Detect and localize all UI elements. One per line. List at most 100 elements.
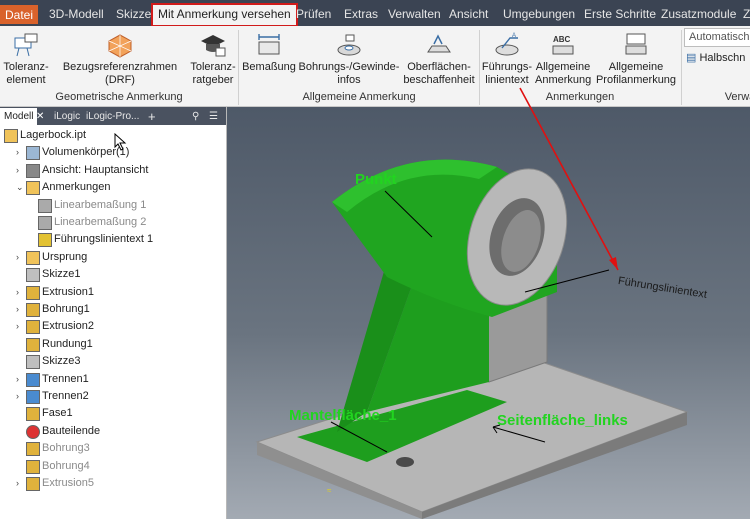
- split-icon: [26, 372, 40, 387]
- close-icon[interactable]: ✕: [36, 109, 44, 124]
- tab-verwalten[interactable]: Verwalten: [383, 4, 446, 24]
- group-separator: [681, 30, 682, 105]
- expand-toggle-icon[interactable]: ›: [16, 252, 24, 261]
- menu-icon[interactable]: ☰: [209, 109, 218, 124]
- oberflaechenbeschaffenheit-button[interactable]: Oberflächen-beschaffenheit: [400, 32, 478, 87]
- annotations-folder-icon: [26, 181, 40, 196]
- fillet-icon: [26, 337, 40, 352]
- group-label-allgemeine-anmerkung: Allgemeine Anmerkung: [302, 91, 416, 103]
- hole-icon: [26, 459, 40, 474]
- tree-item-label: Ansicht: Hauptansicht: [42, 163, 149, 176]
- origin-folder-icon: [26, 250, 40, 265]
- hole-thread-notes-icon: [337, 34, 361, 56]
- tab-pruefen[interactable]: Prüfen: [291, 4, 336, 24]
- dimension-icon: [258, 34, 280, 55]
- sketch-icon: [26, 268, 40, 283]
- tree-item-label: Trennen1: [42, 372, 89, 385]
- ribbon-tab-bar: Datei 3D-Modell Skizze Mit Anmerkung ver…: [0, 0, 750, 27]
- section-icon: ▤: [686, 52, 697, 64]
- leader-text-icon: A: [495, 33, 519, 56]
- sketch-icon: [26, 355, 40, 370]
- label-punkt: Punkt: [355, 171, 397, 188]
- datum-reference-frame-icon: [108, 34, 132, 58]
- tree-item-label: Skizze3: [42, 355, 81, 368]
- solid-bodies-icon: [26, 146, 40, 161]
- linear-dimension-icon: [38, 198, 52, 213]
- surface-texture-icon: [427, 34, 451, 53]
- expand-toggle-icon[interactable]: ›: [16, 148, 24, 157]
- tree-item-label: Extrusion1: [42, 285, 94, 298]
- tree-item-label: Linearbemaßung 1: [54, 198, 147, 211]
- group-label-anmerkungen: Anmerkungen: [545, 91, 615, 103]
- general-note-icon: ABC: [552, 35, 574, 55]
- tree-item-label: Extrusion5: [42, 477, 94, 489]
- browser-tab-bar: Modell ✕ iLogic iLogic-Pro... + ⚲ ☰: [0, 107, 226, 125]
- leader-text-icon: [38, 233, 52, 248]
- expand-toggle-icon[interactable]: ›: [16, 322, 24, 331]
- tab-overflow[interactable]: Z: [738, 4, 750, 24]
- expand-toggle-icon[interactable]: ⌄: [16, 183, 24, 192]
- toleranzelement-button[interactable]: Toleranz-element: [2, 32, 50, 87]
- halbschnitt-button[interactable]: ▤ Halbschn: [686, 51, 745, 64]
- tab-mit-anmerkung-versehen[interactable]: Mit Anmerkung versehen: [151, 3, 298, 27]
- tab-modell[interactable]: Modell: [0, 108, 38, 125]
- group-label-geometrische-anmerkung: Geometrische Anmerkung: [55, 91, 183, 103]
- tree-item-label: Linearbemaßung 2: [54, 216, 147, 228]
- tab-erste-schritte[interactable]: Erste Schritte: [579, 4, 661, 24]
- add-tab-button[interactable]: +: [148, 109, 156, 124]
- expand-toggle-icon[interactable]: ›: [16, 165, 24, 174]
- expand-toggle-icon[interactable]: ›: [16, 305, 24, 314]
- end-of-part-icon: [26, 424, 40, 439]
- fuehrungslinientext-button[interactable]: A Führungs-linientext: [479, 32, 535, 87]
- tab-3d-modell[interactable]: 3D-Modell: [44, 4, 109, 24]
- bohrungs-gewinde-infos-button[interactable]: Bohrungs-/Gewinde-infos: [298, 32, 400, 87]
- tree-item-label: Anmerkungen: [42, 181, 111, 194]
- tab-ansicht[interactable]: Ansicht: [444, 4, 493, 24]
- bemassung-button[interactable]: Bemaßung: [240, 32, 298, 74]
- allgemeine-profilanmerkung-button[interactable]: Allgemeine Profilanmerkung: [593, 32, 679, 87]
- bezugsreferenzrahmen-button[interactable]: Bezugsreferenzrahmen (DRF): [52, 32, 188, 87]
- expand-toggle-icon[interactable]: ›: [16, 374, 24, 383]
- search-icon[interactable]: ⚲: [192, 109, 199, 124]
- tree-item-label: Trennen2: [42, 390, 89, 402]
- toleranzratgeber-button[interactable]: Toleranz-ratgeber: [190, 32, 236, 87]
- tab-skizze[interactable]: Skizze: [111, 4, 156, 24]
- tree-item-label: Führungslinientext 1: [54, 233, 154, 246]
- tree-item-label: Extrusion2: [42, 320, 94, 333]
- graphics-viewport[interactable]: ≈ Punkt Mantelfläche_1 Seitenfläche_link…: [227, 107, 750, 519]
- tab-ilogic-pro[interactable]: iLogic-Pro...: [86, 109, 139, 124]
- tree-item-label: Fase1: [42, 407, 73, 420]
- expand-toggle-icon[interactable]: ›: [16, 287, 24, 296]
- expand-toggle-icon[interactable]: ›: [16, 392, 24, 401]
- tab-datei[interactable]: Datei: [0, 5, 39, 24]
- allgemeine-anmerkung-button[interactable]: ABC Allgemeine Anmerkung: [535, 32, 591, 87]
- tree-item-label: Ursprung: [42, 250, 88, 263]
- hole-icon: [26, 303, 40, 317]
- tab-zusatzmodule[interactable]: Zusatzmodule: [656, 4, 741, 24]
- label-mantelflaeche: Mantelfläche_1: [289, 407, 397, 424]
- tree-item-label: Lagerbock.ipt: [20, 129, 87, 141]
- tree-item-label: Bohrung3: [42, 442, 90, 455]
- extrusion-icon: [26, 477, 40, 491]
- tab-extras[interactable]: Extras: [339, 4, 383, 24]
- part-icon: [4, 129, 18, 143]
- tab-ilogic[interactable]: iLogic: [54, 109, 80, 124]
- tab-umgebungen[interactable]: Umgebungen: [498, 4, 580, 24]
- graduation-cap-icon: [201, 35, 226, 57]
- label-seitenflaeche-links: Seitenfläche_links: [497, 412, 628, 429]
- model-browser: Modell ✕ iLogic iLogic-Pro... + ⚲ ☰ Lage…: [0, 107, 227, 519]
- svg-text:≈: ≈: [327, 486, 332, 495]
- part-model-render: ≈: [255, 159, 689, 519]
- annotation-mode-dropdown[interactable]: Automatisch: [684, 28, 750, 47]
- chamfer-icon: [26, 407, 40, 422]
- extrusion-icon: [26, 320, 40, 335]
- tree-item-label: Bauteilende: [42, 424, 101, 437]
- mouse-cursor-icon: [114, 133, 127, 151]
- svg-text:A: A: [512, 33, 516, 39]
- tree-item-label: Skizze1: [42, 268, 81, 281]
- tree-item-label: Rundung1: [42, 337, 93, 350]
- expand-toggle-icon[interactable]: ›: [16, 479, 24, 488]
- svg-text:ABC: ABC: [553, 35, 571, 44]
- linear-dimension-icon: [38, 216, 52, 230]
- view-icon: [26, 163, 40, 178]
